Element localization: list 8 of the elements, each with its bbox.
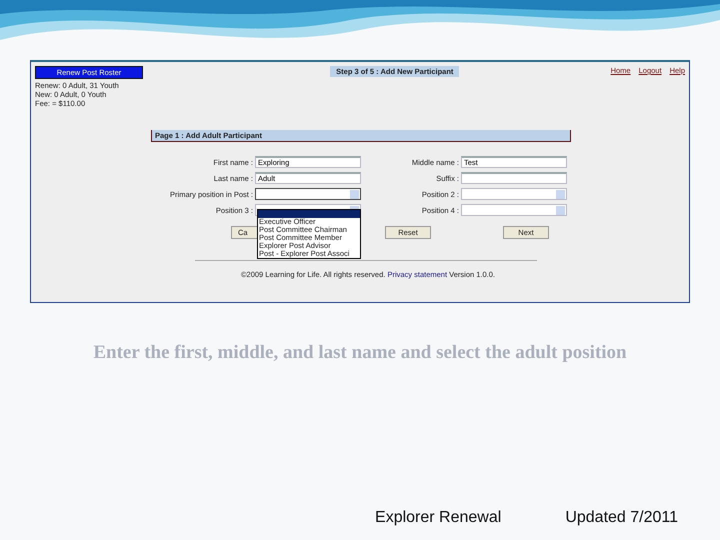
dropdown-field[interactable] bbox=[255, 188, 361, 200]
dropdown-field[interactable] bbox=[461, 188, 567, 200]
footer-text: Explorer Renewal bbox=[375, 508, 502, 528]
dropdown-option[interactable] bbox=[258, 210, 360, 218]
footer-text: Updated 7/2011 bbox=[565, 508, 678, 528]
text-field[interactable] bbox=[461, 172, 567, 184]
dropdown-field[interactable] bbox=[461, 204, 567, 216]
slide-caption: Enter the first, middle, and last name and select the adult position bbox=[92, 341, 628, 365]
